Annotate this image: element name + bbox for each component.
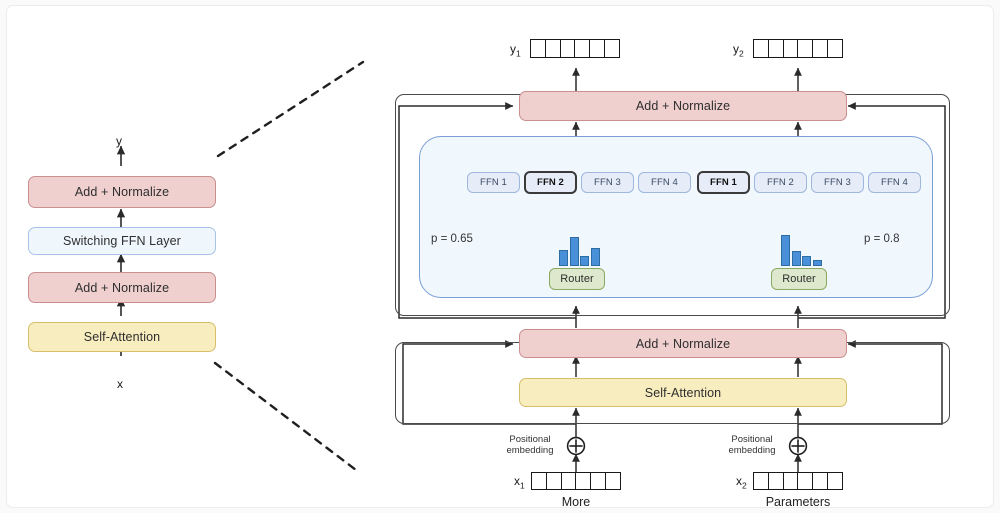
left-add-normalize-top: Add + Normalize (28, 176, 216, 208)
ffn-expert-r1-selected[interactable]: FFN 1 (697, 171, 750, 194)
positional-embedding-node-1 (566, 436, 586, 456)
block-label: Self-Attention (83, 330, 161, 344)
ffn-expert-l1[interactable]: FFN 1 (467, 172, 520, 193)
x2-word: Parameters (765, 495, 831, 509)
x2-label: x2 (736, 474, 747, 491)
router-right[interactable]: Router (771, 268, 827, 290)
guide-line-bottom (213, 361, 358, 472)
block-label: Switching FFN Layer (63, 234, 181, 248)
block-label: Add + Normalize (74, 185, 170, 199)
block-label: Add + Normalize (74, 280, 170, 295)
ffn-expert-r4[interactable]: FFN 4 (868, 172, 921, 193)
figure-canvas: y Add + Normalize Switching FFN Layer Ad… (0, 0, 1000, 513)
router-left[interactable]: Router (549, 268, 605, 290)
ffn-expert-l4[interactable]: FFN 4 (638, 172, 691, 193)
y2-label: y2 (733, 42, 744, 59)
block-label: Self-Attention (644, 385, 722, 400)
probability-label-left: p = 0.65 (431, 233, 473, 245)
positional-embedding-label-1: Positional embedding (506, 434, 554, 456)
left-output-label: y (116, 134, 122, 148)
figure-card: y Add + Normalize Switching FFN Layer Ad… (7, 6, 993, 509)
ffn-expert-r3[interactable]: FFN 3 (811, 172, 864, 193)
x1-token-box (531, 472, 621, 490)
guide-line-top (216, 60, 365, 158)
y2-token-box (753, 39, 843, 58)
right-add-normalize-top: Add + Normalize (519, 91, 847, 121)
block-label: Add + Normalize (635, 99, 731, 113)
left-switching-ffn-layer: Switching FFN Layer (28, 227, 216, 255)
positional-embedding-label-2: Positional embedding (728, 434, 776, 456)
ffn-expert-r2[interactable]: FFN 2 (754, 172, 807, 193)
ffn-expert-l2-selected[interactable]: FFN 2 (524, 171, 577, 194)
x2-token-box (753, 472, 843, 490)
right-add-normalize-bottom: Add + Normalize (519, 329, 847, 358)
x1-word: More (561, 495, 591, 509)
ffn-expert-l3[interactable]: FFN 3 (581, 172, 634, 193)
block-label: Add + Normalize (635, 336, 731, 351)
x1-label: x1 (514, 474, 525, 491)
positional-embedding-node-2 (788, 436, 808, 456)
left-add-normalize-bottom: Add + Normalize (28, 272, 216, 303)
left-input-label: x (117, 377, 123, 391)
right-self-attention: Self-Attention (519, 378, 847, 407)
y1-token-box (530, 39, 620, 58)
y1-label: y1 (510, 42, 521, 59)
router-histogram-right (781, 235, 822, 266)
left-self-attention: Self-Attention (28, 322, 216, 352)
switching-ffn-panel (419, 136, 933, 298)
router-histogram-left (559, 236, 600, 266)
probability-label-right: p = 0.8 (864, 233, 900, 245)
